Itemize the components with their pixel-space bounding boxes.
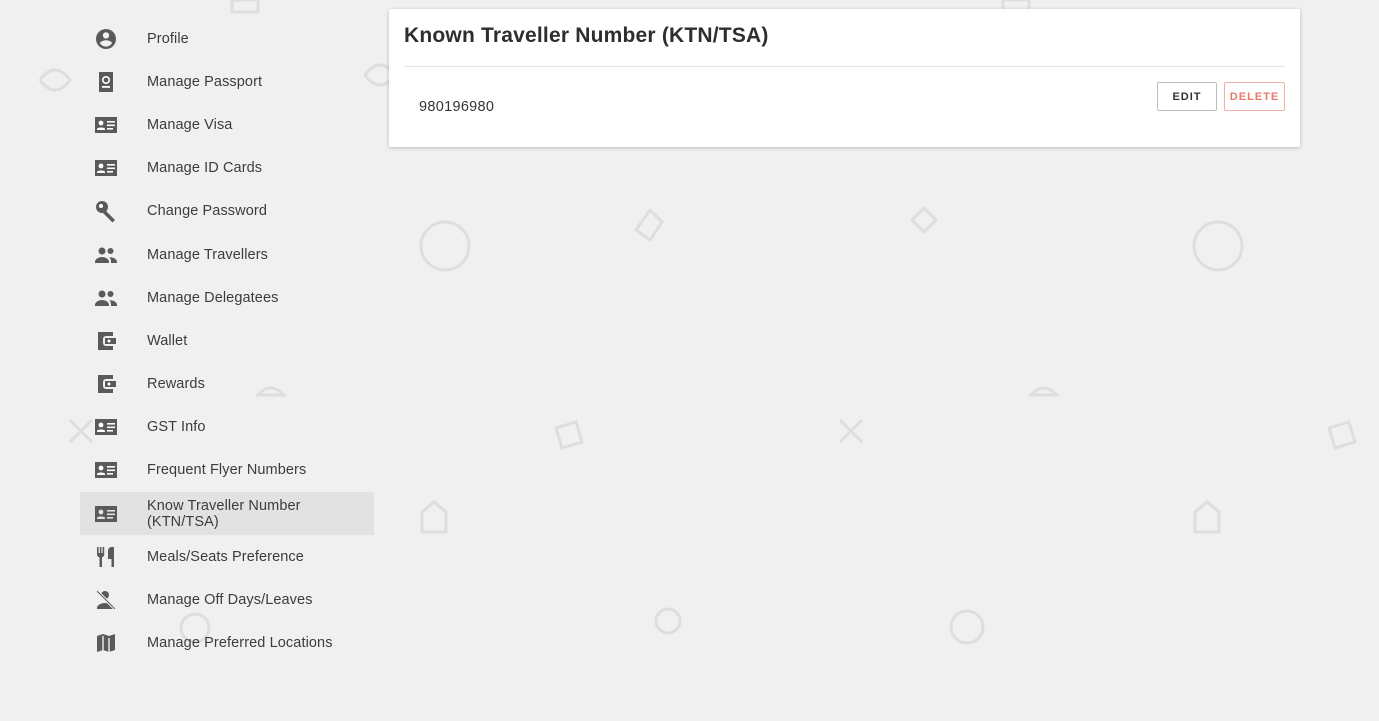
wallet-icon bbox=[94, 329, 118, 353]
sidebar-item-manage-off-days[interactable]: Manage Off Days/Leaves bbox=[80, 578, 374, 621]
sidebar-item-manage-preferred-locations[interactable]: Manage Preferred Locations bbox=[80, 622, 374, 665]
sidebar-item-label: Know Traveller Number (KTN/TSA) bbox=[147, 497, 301, 530]
sidebar-item-label: Manage Travellers bbox=[147, 246, 268, 263]
sidebar-item-frequent-flyer-numbers[interactable]: Frequent Flyer Numbers bbox=[80, 449, 374, 492]
sidebar-item-known-traveller-number[interactable]: Know Traveller Number (KTN/TSA) bbox=[80, 492, 374, 536]
restaurant-icon bbox=[94, 545, 118, 569]
page-title: Known Traveller Number (KTN/TSA) bbox=[404, 24, 769, 47]
ktn-number-value: 980196980 bbox=[419, 99, 495, 115]
id-card-icon bbox=[94, 502, 118, 526]
sidebar-item-manage-passport[interactable]: Manage Passport bbox=[80, 60, 374, 103]
sidebar-item-wallet[interactable]: Wallet bbox=[80, 319, 374, 362]
delete-button[interactable]: DELETE bbox=[1224, 82, 1285, 111]
people-icon bbox=[94, 243, 118, 267]
sidebar-item-label: Frequent Flyer Numbers bbox=[147, 462, 307, 479]
sidebar-item-label: Meals/Seats Preference bbox=[147, 548, 304, 565]
sidebar-nav: Profile Manage Passport Manage Visa Mana… bbox=[80, 17, 374, 665]
sidebar-item-label: Profile bbox=[147, 30, 189, 47]
sidebar-item-label: Manage Visa bbox=[147, 116, 233, 133]
sidebar-item-manage-id-cards[interactable]: Manage ID Cards bbox=[80, 147, 374, 190]
account-circle-icon bbox=[94, 27, 118, 51]
sidebar-item-label: Manage Delegatees bbox=[147, 289, 279, 306]
sidebar-item-label: Manage Off Days/Leaves bbox=[147, 592, 313, 609]
divider bbox=[404, 66, 1285, 67]
map-icon bbox=[94, 631, 118, 655]
sidebar-item-label: Rewards bbox=[147, 376, 205, 393]
sidebar-item-manage-travellers[interactable]: Manage Travellers bbox=[80, 233, 374, 276]
people-icon bbox=[94, 286, 118, 310]
sidebar-item-manage-delegatees[interactable]: Manage Delegatees bbox=[80, 276, 374, 319]
wallet-icon bbox=[94, 372, 118, 396]
sidebar-item-label: Manage Preferred Locations bbox=[147, 635, 333, 652]
sidebar-item-label: Change Password bbox=[147, 203, 267, 220]
sidebar-item-profile[interactable]: Profile bbox=[80, 17, 374, 60]
id-card-icon bbox=[94, 415, 118, 439]
passport-icon bbox=[94, 70, 118, 94]
id-card-icon bbox=[94, 458, 118, 482]
sidebar-item-meals-seats-preference[interactable]: Meals/Seats Preference bbox=[80, 535, 374, 578]
sidebar-item-label: Manage Passport bbox=[147, 73, 263, 90]
id-card-icon bbox=[94, 113, 118, 137]
edit-button[interactable]: EDIT bbox=[1157, 82, 1217, 111]
id-card-icon bbox=[94, 156, 118, 180]
person-off-icon bbox=[94, 588, 118, 612]
sidebar-item-label: Manage ID Cards bbox=[147, 160, 263, 177]
ktn-panel: Known Traveller Number (KTN/TSA) 9801969… bbox=[389, 9, 1300, 147]
sidebar-item-gst-info[interactable]: GST Info bbox=[80, 406, 374, 449]
key-icon bbox=[94, 199, 118, 223]
sidebar-item-rewards[interactable]: Rewards bbox=[80, 363, 374, 406]
sidebar-item-manage-visa[interactable]: Manage Visa bbox=[80, 103, 374, 146]
sidebar-item-label: Wallet bbox=[147, 332, 188, 349]
sidebar-item-change-password[interactable]: Change Password bbox=[80, 190, 374, 233]
sidebar-item-label: GST Info bbox=[147, 419, 206, 436]
